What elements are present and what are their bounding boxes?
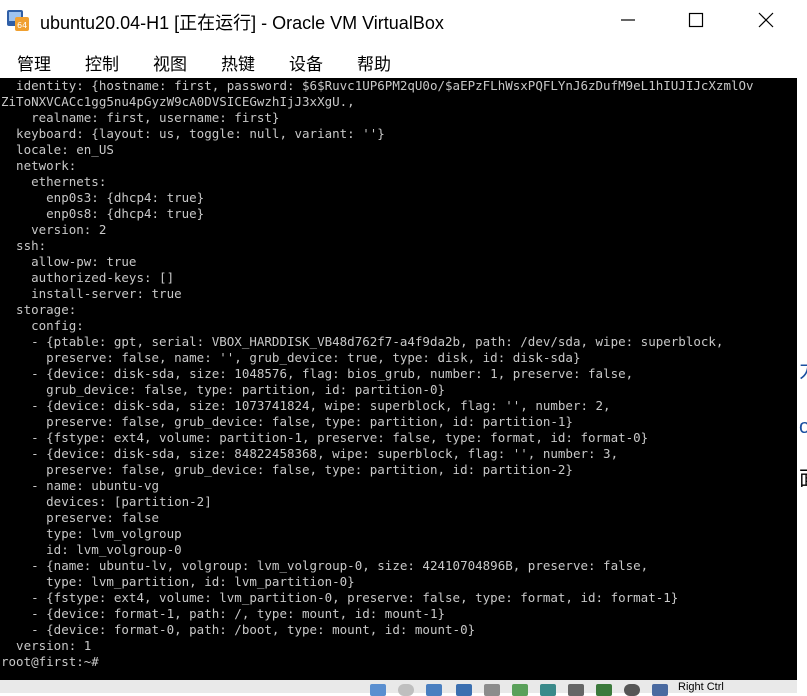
console-line: realname: first, username: first}	[1, 110, 280, 125]
maximize-button[interactable]	[673, 0, 719, 40]
console-line: preserve: false, grub_device: false, typ…	[1, 462, 573, 477]
host-key-label: Right Ctrl	[678, 681, 724, 693]
menu-item-manage[interactable]: 管理	[17, 50, 51, 75]
console-line: devices: [partition-2]	[1, 494, 212, 509]
console-line: id: lvm_volgroup-0	[1, 542, 182, 557]
console-line: - {name: ubuntu-lv, volgroup: lvm_volgro…	[1, 558, 649, 573]
mouse-integration-icon[interactable]	[624, 684, 640, 696]
shared-folder-icon[interactable]	[512, 684, 528, 696]
menu-item-control[interactable]: 控制	[85, 50, 119, 75]
console-line: authorized-keys: []	[1, 270, 175, 285]
console-prompt: root@first:~#	[1, 654, 99, 669]
console-line: enp0s3: {dhcp4: true}	[1, 190, 205, 205]
menu-item-devices[interactable]: 设备	[289, 50, 323, 75]
audio-icon[interactable]	[426, 684, 442, 696]
console-line: - {fstype: ext4, volume: partition-1, pr…	[1, 430, 649, 445]
menu-bar: 管理 控制 视图 热键 设备 帮助	[0, 44, 797, 76]
optical-disk-icon[interactable]	[398, 684, 414, 696]
console-line: - name: ubuntu-vg	[1, 478, 160, 493]
console-line: ssh:	[1, 238, 47, 253]
virtualbox-icon: 64	[7, 10, 29, 31]
console-line: - {device: disk-sda, size: 1073741824, w…	[1, 398, 611, 413]
console-line: - {fstype: ext4, volume: lvm_partition-0…	[1, 590, 679, 605]
console-line: version: 2	[1, 222, 107, 237]
console-line: type: lvm_partition, id: lvm_partition-0…	[1, 574, 355, 589]
console-line: config:	[1, 318, 84, 333]
console-line: preserve: false, name: '', grub_device: …	[1, 350, 581, 365]
background-text-fragment: o	[799, 416, 807, 438]
host-key-icon[interactable]	[652, 684, 668, 696]
console-line: - {ptable: gpt, serial: VBOX_HARDDISK_VB…	[1, 334, 724, 349]
close-icon	[758, 12, 774, 28]
console-line: install-server: true	[1, 286, 182, 301]
console-line: - {device: disk-sda, size: 1048576, flag…	[1, 366, 634, 381]
status-bar: Right Ctrl	[0, 680, 797, 696]
background-window-edge: 力 o 面	[797, 0, 807, 693]
console-line: - {device: disk-sda, size: 84822458368, …	[1, 446, 619, 461]
title-bar[interactable]: 64 ubuntu20.04-H1 [正在运行] - Oracle VM Vir…	[0, 0, 797, 40]
minimize-button[interactable]	[605, 0, 651, 40]
console-line: grub_device: false, type: partition, id:…	[1, 382, 446, 397]
menu-item-hotkeys[interactable]: 热键	[221, 50, 255, 75]
cpu-icon[interactable]	[596, 684, 612, 696]
window-title: ubuntu20.04-H1 [正在运行] - Oracle VM Virtua…	[40, 13, 444, 33]
minimize-icon	[621, 19, 635, 21]
background-text-fragment: 面	[799, 462, 807, 491]
console-line: identity: {hostname: first, password: $6…	[1, 78, 754, 93]
console-line: ethernets:	[1, 174, 107, 189]
console-line: preserve: false, grub_device: false, typ…	[1, 414, 573, 429]
network-icon[interactable]	[456, 684, 472, 696]
background-text-fragment: 力	[799, 354, 807, 383]
maximize-icon	[688, 12, 704, 28]
video-capture-icon[interactable]	[568, 684, 584, 696]
console-line: locale: en_US	[1, 142, 114, 157]
usb-icon[interactable]	[484, 684, 500, 696]
console-line: enp0s8: {dhcp4: true}	[1, 206, 205, 221]
console-line: version: 1	[1, 638, 92, 653]
vm-console-screen[interactable]: identity: {hostname: first, password: $6…	[0, 78, 797, 680]
menu-item-view[interactable]: 视图	[153, 50, 187, 75]
console-line: allow-pw: true	[1, 254, 137, 269]
console-line: preserve: false	[1, 510, 160, 525]
hard-disk-icon[interactable]	[370, 684, 386, 696]
close-button[interactable]	[743, 0, 789, 40]
console-output: identity: {hostname: first, password: $6…	[1, 78, 754, 670]
console-line: keyboard: {layout: us, toggle: null, var…	[1, 126, 385, 141]
display-icon[interactable]	[540, 684, 556, 696]
virtualbox-window: 64 ubuntu20.04-H1 [正在运行] - Oracle VM Vir…	[0, 0, 797, 696]
console-line: ZiToNXVCACc1gg5nu4pGyzW9cA0DVSICEGwzhIjJ…	[1, 94, 355, 109]
console-line: storage:	[1, 302, 77, 317]
console-line: - {device: format-1, path: /, type: moun…	[1, 606, 446, 621]
console-line: type: lvm_volgroup	[1, 526, 182, 541]
svg-text:64: 64	[17, 21, 27, 30]
console-line: network:	[1, 158, 77, 173]
console-line: - {device: format-0, path: /boot, type: …	[1, 622, 476, 637]
menu-item-help[interactable]: 帮助	[357, 50, 391, 75]
